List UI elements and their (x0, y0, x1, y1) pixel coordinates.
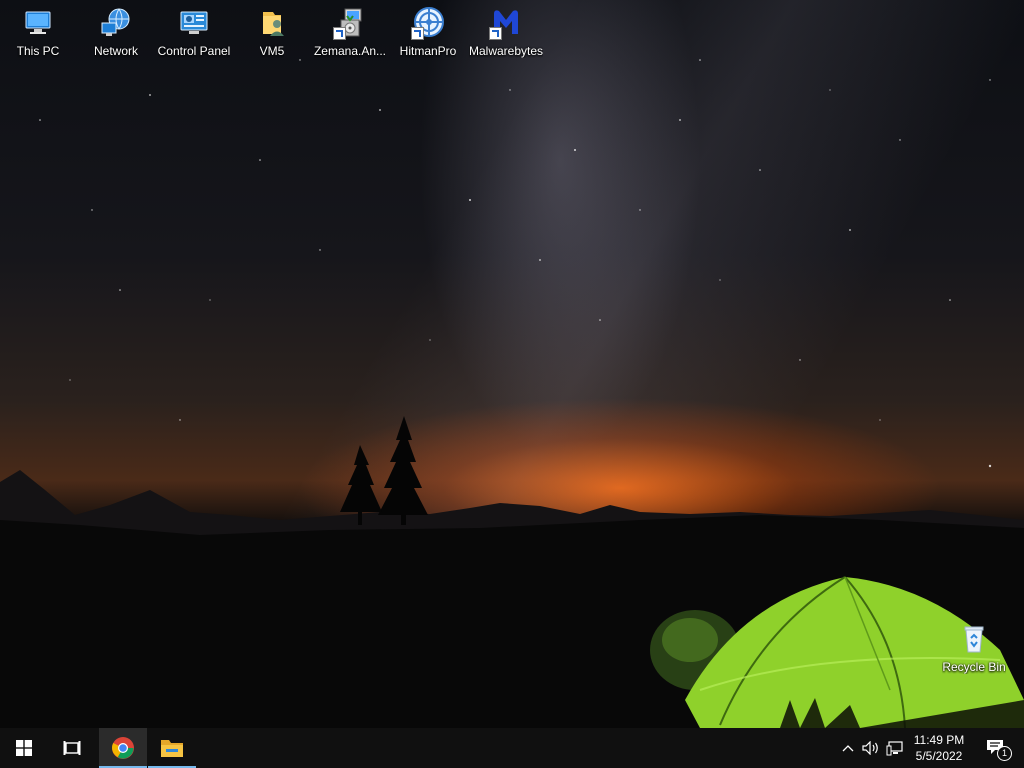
network-tray-icon (886, 741, 903, 756)
volume-button[interactable] (860, 728, 882, 768)
task-view-icon (63, 741, 81, 755)
show-hidden-icons-button[interactable] (838, 728, 858, 768)
user-folder-icon (255, 6, 289, 40)
notification-count-badge: 1 (997, 746, 1012, 761)
desktop-icon-recycle-bin[interactable]: Recycle Bin (936, 620, 1012, 688)
pine-trees (340, 416, 428, 525)
start-button[interactable] (0, 728, 48, 768)
desktop-icon-control-panel[interactable]: Control Panel (156, 4, 232, 72)
desktop-icon-hitmanpro[interactable]: HitmanPro (390, 4, 466, 72)
taskbar-file-explorer[interactable] (148, 728, 196, 768)
network-tray-button[interactable] (884, 728, 906, 768)
control-panel-icon (177, 6, 211, 40)
stars (39, 59, 992, 468)
this-pc-icon (21, 6, 55, 40)
shortcut-arrow-icon (333, 27, 346, 40)
desktop-icon-vm5[interactable]: VM5 (234, 4, 310, 72)
system-clock[interactable]: 11:49 PM 5/5/2022 (904, 728, 974, 768)
installer-icon (333, 6, 367, 40)
network-icon (99, 6, 133, 40)
clock-date: 5/5/2022 (915, 749, 963, 763)
action-center-button[interactable]: 1 (976, 728, 1016, 768)
desktop-icon-zemana[interactable]: Zemana.An... (312, 4, 388, 72)
desktop-icon-label: Recycle Bin (942, 660, 1006, 674)
desktop-icon-label: Malwarebytes (468, 44, 544, 58)
task-view-button[interactable] (48, 728, 96, 768)
malwarebytes-icon (489, 6, 523, 40)
desktop-icon-label: Zemana.An... (313, 44, 387, 58)
speaker-icon (862, 741, 878, 755)
clock-time: 11:49 PM (913, 733, 965, 747)
desktop-icon-label: Control Panel (157, 44, 231, 58)
chevron-up-icon (842, 745, 854, 752)
desktop-icon-label: Network (93, 44, 138, 58)
chrome-icon (112, 737, 134, 759)
hitmanpro-icon (411, 6, 445, 40)
shortcut-arrow-icon (489, 27, 502, 40)
desktop-icon-label: This PC (16, 44, 60, 58)
desktop-icon-network[interactable]: Network (78, 4, 154, 72)
windows-start-icon (16, 740, 32, 756)
desktop-icon-label: HitmanPro (399, 44, 457, 58)
desktop-icon-label: VM5 (259, 44, 285, 58)
recycle-bin-icon (957, 622, 991, 656)
wallpaper-landscape (0, 59, 1024, 728)
file-explorer-icon (161, 740, 183, 757)
desktop-icon-malwarebytes[interactable]: Malwarebytes (468, 4, 544, 72)
taskbar-chrome[interactable] (99, 728, 147, 768)
taskbar[interactable]: 11:49 PM 5/5/2022 1 (0, 728, 1024, 768)
desktop-icon-this-pc[interactable]: This PC (0, 4, 76, 72)
desktop[interactable]: This PC Network Control Panel VM5 Zemana… (0, 0, 1024, 728)
shortcut-arrow-icon (411, 27, 424, 40)
